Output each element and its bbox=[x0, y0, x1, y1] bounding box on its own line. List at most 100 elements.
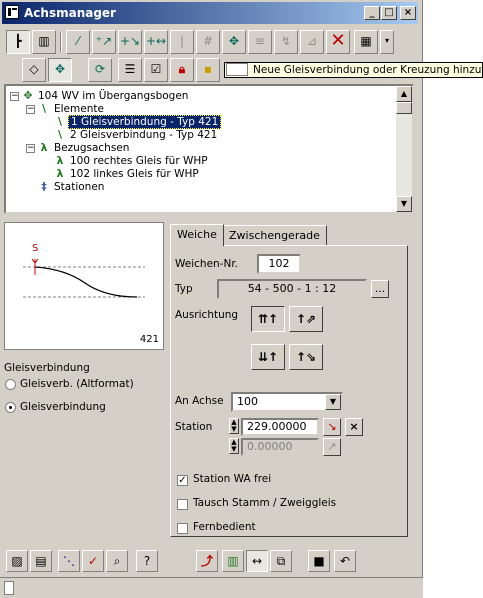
station-icon: ‡ bbox=[41, 180, 47, 193]
switch-icon[interactable]: ✥ bbox=[222, 30, 246, 54]
minimize-button[interactable]: _ bbox=[364, 6, 380, 20]
tooltip-input-box bbox=[226, 63, 248, 76]
delete-icon[interactable]: ✕ bbox=[326, 30, 350, 54]
typ-label: Typ bbox=[175, 283, 193, 295]
layers-icon[interactable]: ▥ bbox=[222, 550, 244, 572]
help-icon[interactable]: ? bbox=[136, 550, 158, 572]
tab-zwischengerade[interactable]: Zwischengerade bbox=[222, 225, 327, 245]
chevron-down-icon[interactable]: ▼ bbox=[325, 394, 341, 410]
collapse-icon[interactable]: − bbox=[10, 92, 19, 101]
track-icon: \ bbox=[57, 128, 63, 141]
typ-browse-button[interactable]: ... bbox=[371, 280, 389, 298]
tree-node-gleisverbindung-1[interactable]: 1 Gleisverbindung - Typ 421 bbox=[68, 115, 222, 129]
tree-node-bezugsachsen[interactable]: Bezugsachsen bbox=[54, 142, 129, 155]
axis-icon: λ bbox=[56, 167, 64, 180]
connect-icon[interactable]: ⋱ bbox=[58, 550, 80, 572]
dropdown-icon[interactable]: ▾ bbox=[380, 30, 394, 54]
diamond-icon[interactable]: ◇ bbox=[22, 58, 46, 82]
table-view-icon[interactable]: ▥ bbox=[32, 30, 56, 54]
an-achse-select[interactable]: 100 ▼ bbox=[231, 392, 343, 412]
zoom-icon[interactable]: ⌕ bbox=[106, 550, 128, 572]
parallel-icon[interactable]: ≡ bbox=[248, 30, 272, 54]
type-number: 421 bbox=[139, 334, 159, 345]
scroll-down-icon[interactable]: ▼ bbox=[396, 196, 412, 212]
align-left-down-icon[interactable]: ⇊↑ bbox=[251, 344, 285, 370]
weichen-nr-input[interactable]: 102 bbox=[257, 254, 301, 274]
an-achse-value: 100 bbox=[237, 395, 258, 408]
collapse-icon[interactable]: − bbox=[26, 105, 35, 114]
lock-icon[interactable]: 🔒︎ bbox=[170, 58, 194, 82]
document-icon[interactable]: ▤ bbox=[30, 550, 52, 572]
window-title: Achsmanager bbox=[24, 6, 116, 20]
tree-node-stationen[interactable]: Stationen bbox=[54, 181, 104, 194]
save-icon[interactable]: ■ bbox=[308, 550, 330, 572]
tab-weiche[interactable]: Weiche bbox=[170, 224, 224, 246]
list-icon[interactable]: ☰ bbox=[118, 58, 142, 82]
title-bar[interactable]: Achsmanager _ □ × bbox=[2, 2, 418, 24]
pick-station-2-icon[interactable]: ↗ bbox=[323, 438, 341, 456]
station-marker: S bbox=[32, 243, 39, 254]
station-spinner-2[interactable]: ▲ ▼ bbox=[229, 438, 239, 454]
angle-icon[interactable]: ⊿ bbox=[300, 30, 324, 54]
station-wa-frei-label[interactable]: Station WA frei bbox=[193, 473, 271, 485]
copy-icon[interactable]: ⧉ bbox=[270, 550, 292, 572]
station-wa-frei-checkbox[interactable]: ✓ bbox=[177, 475, 188, 486]
picture-icon[interactable]: ▨ bbox=[6, 550, 28, 572]
align-right-down-icon[interactable]: ↑⇘ bbox=[289, 344, 323, 370]
typ-field[interactable]: 54 - 500 - 1 : 12 bbox=[217, 279, 367, 299]
line-a-icon[interactable]: ⁄ bbox=[66, 30, 90, 54]
add-point-icon[interactable]: +↘ bbox=[118, 30, 142, 54]
crossing-icon[interactable]: ↯ bbox=[274, 30, 298, 54]
tausch-checkbox[interactable] bbox=[177, 499, 188, 510]
station-spinner[interactable]: ▲ ▼ bbox=[229, 418, 239, 434]
scroll-thumb[interactable] bbox=[396, 102, 412, 114]
insert-point-icon[interactable]: +↔ bbox=[144, 30, 168, 54]
tree-scrollbar[interactable]: ▲ ▼ bbox=[396, 86, 412, 212]
vertical-line-icon[interactable]: | bbox=[170, 30, 194, 54]
close-button[interactable]: × bbox=[400, 6, 416, 20]
scroll-up-icon[interactable]: ▲ bbox=[396, 86, 412, 102]
tree-node-axis-100[interactable]: 100 rechtes Gleis für WHP bbox=[70, 155, 208, 168]
radio-gleisverbindung[interactable] bbox=[5, 402, 16, 413]
station-label: Station bbox=[175, 421, 213, 433]
maximize-button[interactable]: □ bbox=[381, 6, 397, 20]
checkbox-icon[interactable]: ☑ bbox=[144, 58, 168, 82]
tree-node-root[interactable]: 104 WV im Übergangsbogen bbox=[38, 90, 188, 103]
measure-icon[interactable]: ✓ bbox=[82, 550, 104, 572]
radio-altformat[interactable] bbox=[5, 379, 16, 390]
fernbedient-label[interactable]: Fernbedient bbox=[193, 521, 256, 533]
tree-view-icon[interactable]: ┣ bbox=[6, 30, 30, 54]
highlight-icon[interactable]: ▪ bbox=[196, 58, 220, 82]
undo-icon[interactable]: ↶ bbox=[334, 550, 356, 572]
align-left-up-icon[interactable]: ⇈↑ bbox=[251, 306, 285, 332]
new-switch-icon[interactable]: ✥ bbox=[48, 58, 72, 82]
clear-station-icon[interactable]: × bbox=[345, 418, 363, 436]
axis-tree[interactable]: − ✥ 104 WV im Übergangsbogen − \ Element… bbox=[4, 84, 414, 214]
align-right-up-icon[interactable]: ↑⇗ bbox=[289, 306, 323, 332]
status-panel bbox=[4, 581, 14, 595]
station-input-2[interactable]: 0.00000 bbox=[241, 438, 319, 456]
route-icon[interactable]: ⤴ bbox=[196, 550, 218, 572]
an-achse-label: An Achse bbox=[175, 395, 224, 407]
switch-node-icon: ✥ bbox=[23, 89, 33, 102]
axis-icon: λ bbox=[56, 154, 64, 167]
achsmanager-window: Achsmanager _ □ × ┣ ▥ ⁄ ⁺↗ +↘ +↔ | # ✥ ≡… bbox=[0, 0, 423, 598]
collapse-icon[interactable]: − bbox=[26, 144, 35, 153]
calculator-icon[interactable]: ▦ bbox=[354, 30, 378, 54]
tausch-label[interactable]: Tausch Stamm / Zweiggleis bbox=[193, 497, 336, 509]
tree-node-axis-102[interactable]: 102 linkes Gleis für WHP bbox=[70, 168, 199, 181]
toolbar-separator bbox=[60, 32, 62, 52]
line-b-icon[interactable]: ⁺↗ bbox=[92, 30, 116, 54]
radio-gleisverbindung-label[interactable]: Gleisverbindung bbox=[20, 401, 106, 413]
station-input[interactable]: 229.00000 bbox=[241, 418, 319, 436]
grid-icon[interactable]: # bbox=[196, 30, 220, 54]
fernbedient-checkbox[interactable] bbox=[177, 523, 188, 534]
gleisverbindung-group: Gleisverbindung Gleisverb. (Altformat) G… bbox=[4, 362, 164, 422]
pick-station-icon[interactable]: ↘ bbox=[323, 418, 341, 436]
axis-icon: λ bbox=[40, 141, 48, 154]
refresh-icon[interactable]: ⟳ bbox=[88, 58, 112, 82]
swap-icon[interactable]: ↔ bbox=[246, 550, 268, 572]
tree-node-gleisverbindung-2[interactable]: 2 Gleisverbindung - Typ 421 bbox=[70, 129, 217, 142]
weiche-panel: Weichen-Nr. 102 Typ 54 - 500 - 1 : 12 ..… bbox=[170, 245, 408, 537]
radio-altformat-label[interactable]: Gleisverb. (Altformat) bbox=[20, 378, 134, 390]
